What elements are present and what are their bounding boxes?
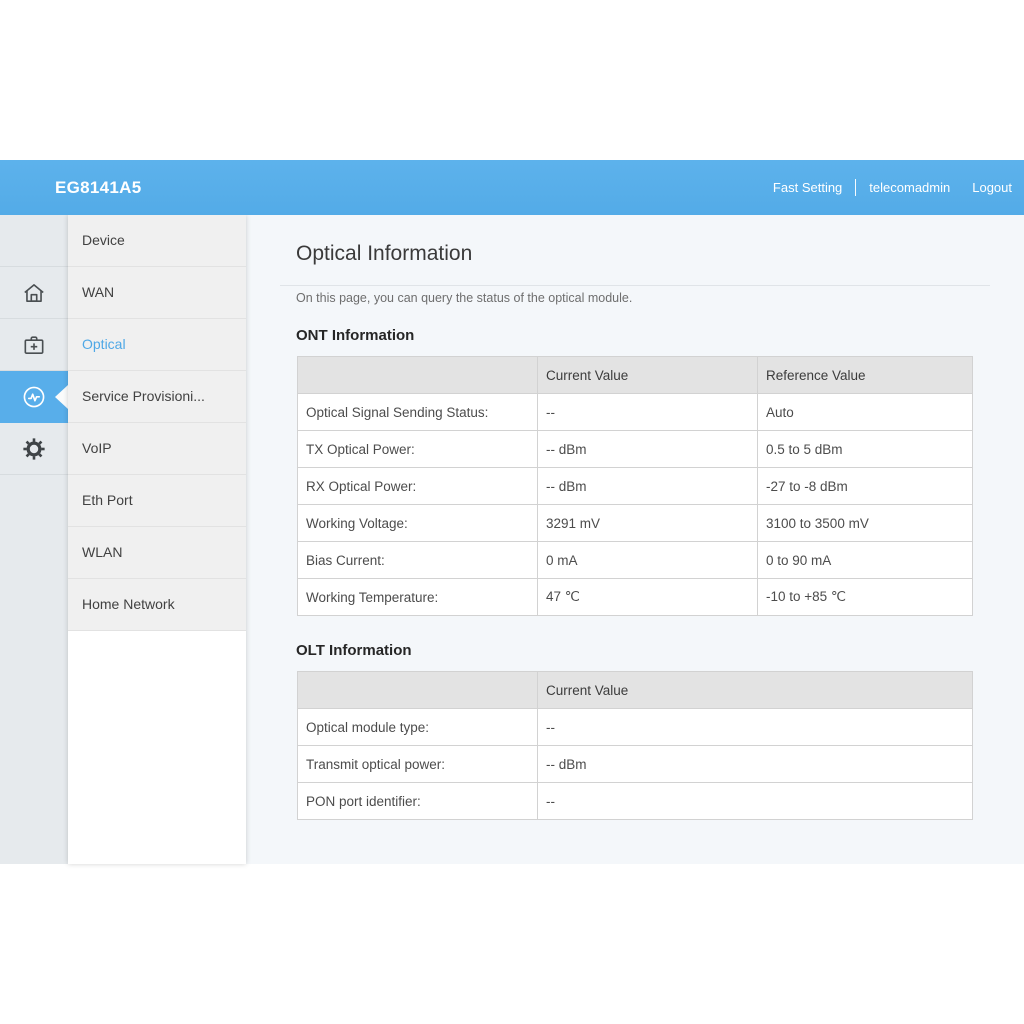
table-row: Transmit optical power: -- dBm	[298, 746, 973, 783]
page-title: Optical Information	[296, 242, 472, 266]
table-row: PON port identifier: --	[298, 783, 973, 820]
fast-setting-link[interactable]: Fast Setting	[773, 180, 842, 195]
table-row: TX Optical Power: -- dBm 0.5 to 5 dBm	[298, 431, 973, 468]
olt-col-label	[298, 672, 538, 709]
sidebar-item-wan[interactable]: WAN	[68, 267, 246, 319]
sidebar-item-optical[interactable]: Optical	[68, 319, 246, 371]
sidebar-item-voip[interactable]: VoIP	[68, 423, 246, 475]
table-row: Working Voltage: 3291 mV 3100 to 3500 mV	[298, 505, 973, 542]
page-description: On this page, you can query the status o…	[296, 291, 632, 305]
row-current-value: 0 mA	[538, 542, 758, 579]
title-divider	[280, 285, 990, 286]
row-current-value: 3291 mV	[538, 505, 758, 542]
row-label: RX Optical Power:	[298, 468, 538, 505]
row-label: Optical Signal Sending Status:	[298, 394, 538, 431]
page: EG8141A5 Fast Setting telecomadmin Logou…	[0, 0, 1024, 1024]
nav-home-button[interactable]	[0, 267, 68, 319]
ont-table: Current Value Reference Value Optical Si…	[297, 356, 973, 616]
sidebar-item-wlan[interactable]: WLAN	[68, 527, 246, 579]
main-content: Optical Information On this page, you ca…	[246, 215, 1024, 864]
logout-link[interactable]: Logout	[972, 180, 1012, 195]
table-row: Working Temperature: 47 ℃ -10 to +85 ℃	[298, 579, 973, 616]
row-reference-value: -10 to +85 ℃	[758, 579, 973, 616]
toolbox-plus-icon	[21, 332, 47, 358]
row-label: Working Voltage:	[298, 505, 538, 542]
sidebar-menu: Device WAN Optical Service Provisioni...…	[68, 215, 246, 864]
ont-col-current: Current Value	[538, 357, 758, 394]
ont-col-reference: Reference Value	[758, 357, 973, 394]
row-label: Working Temperature:	[298, 579, 538, 616]
row-current-value: -- dBm	[538, 431, 758, 468]
olt-section-heading: OLT Information	[296, 642, 412, 659]
nav-maintenance-button[interactable]	[0, 423, 68, 475]
table-header-row: Current Value	[298, 672, 973, 709]
row-label: Bias Current:	[298, 542, 538, 579]
icon-rail-empty-slot	[0, 215, 68, 267]
sidebar-item-eth-port[interactable]: Eth Port	[68, 475, 246, 527]
icon-rail-filler	[0, 475, 68, 864]
home-icon	[21, 280, 47, 306]
row-reference-value: -27 to -8 dBm	[758, 468, 973, 505]
nav-setup-button[interactable]	[0, 319, 68, 371]
header-actions: Fast Setting telecomadmin Logout	[773, 160, 1012, 215]
ont-section-heading: ONT Information	[296, 327, 414, 344]
nav-service-button-active[interactable]	[0, 371, 68, 423]
table-row: Optical module type: --	[298, 709, 973, 746]
row-label: PON port identifier:	[298, 783, 538, 820]
sidebar-item-service-provisioning[interactable]: Service Provisioni...	[68, 371, 246, 423]
row-current-value: --	[538, 709, 973, 746]
icon-rail	[0, 215, 68, 864]
sidebar-item-device[interactable]: Device	[68, 215, 246, 267]
olt-table: Current Value Optical module type: -- Tr…	[297, 671, 973, 820]
row-current-value: -- dBm	[538, 468, 758, 505]
device-model-title: EG8141A5	[55, 160, 142, 215]
row-label: TX Optical Power:	[298, 431, 538, 468]
olt-col-current: Current Value	[538, 672, 973, 709]
row-current-value: -- dBm	[538, 746, 973, 783]
row-reference-value: Auto	[758, 394, 973, 431]
logged-in-username: telecomadmin	[869, 180, 950, 195]
row-reference-value: 0 to 90 mA	[758, 542, 973, 579]
row-current-value: --	[538, 783, 973, 820]
row-label: Optical module type:	[298, 709, 538, 746]
row-reference-value: 3100 to 3500 mV	[758, 505, 973, 542]
gauge-pulse-icon	[20, 383, 48, 411]
table-row: Optical Signal Sending Status: -- Auto	[298, 394, 973, 431]
active-pointer-icon	[55, 385, 68, 409]
row-reference-value: 0.5 to 5 dBm	[758, 431, 973, 468]
row-current-value: 47 ℃	[538, 579, 758, 616]
sidebar-item-home-network[interactable]: Home Network	[68, 579, 246, 631]
app-header: EG8141A5 Fast Setting telecomadmin Logou…	[0, 160, 1024, 215]
row-label: Transmit optical power:	[298, 746, 538, 783]
ont-col-label	[298, 357, 538, 394]
gear-icon	[21, 436, 47, 462]
header-divider	[855, 179, 856, 196]
table-row: RX Optical Power: -- dBm -27 to -8 dBm	[298, 468, 973, 505]
table-header-row: Current Value Reference Value	[298, 357, 973, 394]
row-current-value: --	[538, 394, 758, 431]
table-row: Bias Current: 0 mA 0 to 90 mA	[298, 542, 973, 579]
